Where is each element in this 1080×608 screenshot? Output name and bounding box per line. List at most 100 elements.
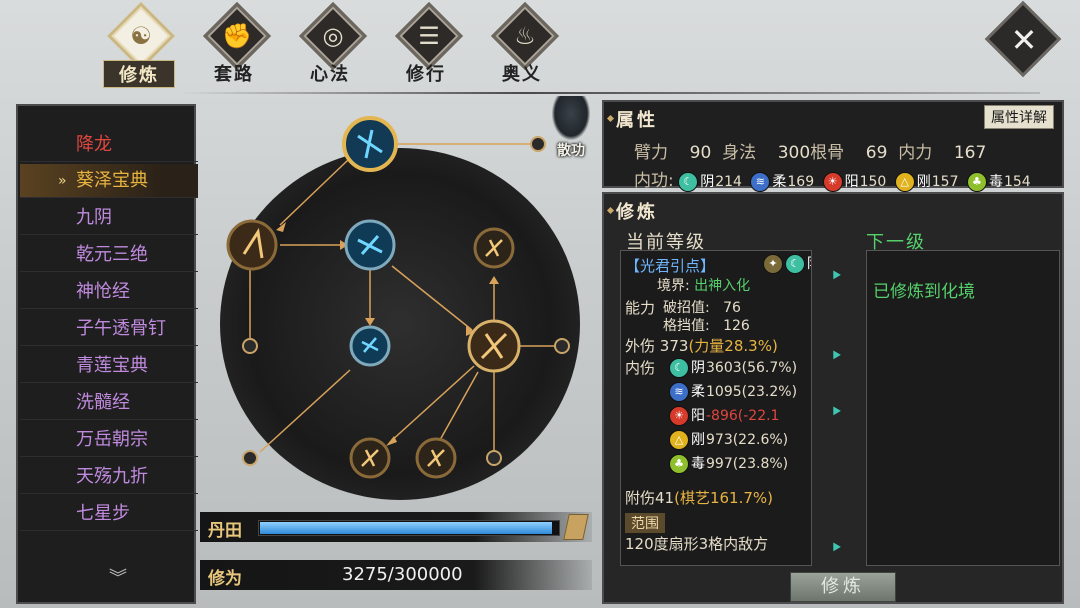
inner-damage-name: 刚 xyxy=(691,432,705,448)
tree-endpoint xyxy=(242,338,258,354)
neigong-value: 169 xyxy=(787,174,815,190)
next-level-text: 已修炼到化境 xyxy=(873,282,975,302)
skill-node-left[interactable] xyxy=(226,219,278,271)
inner-damage-yang: ☀ 阳-896(-22.1 xyxy=(669,405,779,426)
tree-link xyxy=(391,265,473,331)
neigong-value: 214 xyxy=(715,174,742,190)
attributes-panel: 属性 属性详解 臂力 90 身法 300根骨 69 内力 167 内功: ☾ 阴2… xyxy=(602,100,1064,192)
range-tag: 范围 xyxy=(625,513,665,533)
neigong-name: 刚 xyxy=(916,174,931,190)
skill-node-gold-bottom-1[interactable] xyxy=(349,437,391,479)
yin-icon: ☾ xyxy=(678,172,699,192)
inner-damage-value: 3603(56.7%) xyxy=(706,360,798,376)
ability-stat-value: 126 xyxy=(723,318,750,334)
inner-damage-value: -896(-22.1 xyxy=(706,408,780,424)
stat-key: 身法 xyxy=(722,143,757,163)
attribute-detail-button[interactable]: 属性详解 xyxy=(984,105,1054,129)
attributes-title: 属性 xyxy=(616,106,658,132)
xiuwei-row: 修为 3275/300000 xyxy=(200,560,592,590)
gang-icon: △ xyxy=(669,430,689,450)
range-tag-row: 范围 xyxy=(625,513,665,533)
scatter-skill-button[interactable]: 散功 xyxy=(548,96,594,162)
arrow-right-icon: ⯈ xyxy=(830,346,843,365)
neigong-yang: ☀ 阳150 xyxy=(822,171,887,192)
rou-icon: ≋ xyxy=(669,382,689,402)
inner-damage-gang: △ 刚973(22.6%) xyxy=(669,429,788,450)
outer-damage-key: 外伤 xyxy=(625,337,656,355)
tree-link xyxy=(439,371,479,441)
stat-key: 臂力 xyxy=(634,143,668,163)
neigong-value: 157 xyxy=(931,174,959,190)
inner-damage-name: 毒 xyxy=(691,456,705,472)
inner-damage-rou: ≋ 柔1095(23.2%) xyxy=(669,381,797,402)
cultivation-title: 修炼 xyxy=(616,198,658,224)
outer-damage-extra: (力量28.3%) xyxy=(688,337,778,355)
skill-node-gold-main[interactable] xyxy=(467,319,521,373)
dantian-bar-fill xyxy=(260,522,553,534)
stat-value: 167 xyxy=(953,143,987,163)
realm-line: 境界: 出神入化 xyxy=(657,275,750,295)
node-tag-label: 阴 xyxy=(807,256,811,272)
cultivate-button[interactable]: 修炼 xyxy=(790,572,896,602)
stat-value: 69 xyxy=(865,143,888,163)
attach-damage-row: 附伤41(棋艺161.7%) xyxy=(625,487,773,508)
neigong-gang: △ 刚157 xyxy=(894,171,959,192)
stat-row: 臂力 90 身法 300根骨 69 内力 167 xyxy=(634,138,986,163)
neigong-name: 柔 xyxy=(772,174,787,190)
skill-node-gold-top-right[interactable] xyxy=(473,227,515,269)
yin-icon: ☾ xyxy=(669,358,689,378)
gang-icon: △ xyxy=(894,172,915,192)
skill-node-blue-2[interactable] xyxy=(349,325,391,367)
stat-value: 90 xyxy=(689,143,712,163)
inner-damage-key: 内伤 xyxy=(625,359,656,377)
skill-node-blue-1[interactable] xyxy=(344,219,396,271)
attach-damage-extra: (棋艺161.7%) xyxy=(674,489,774,507)
tree-endpoint xyxy=(554,338,570,354)
warrior-figure-icon xyxy=(552,96,590,140)
neigong-label: 内功: xyxy=(634,171,674,191)
inner-damage-yin: ☾ 阴3603(56.7%) xyxy=(669,357,797,378)
arrow-right-icon: ⯈ xyxy=(830,402,843,421)
inner-damage-name: 阴 xyxy=(691,360,705,376)
dantian-label: 丹田 xyxy=(208,521,242,541)
neigong-name: 毒 xyxy=(988,174,1003,190)
inner-damage-name: 柔 xyxy=(691,384,705,400)
stat-value: 300 xyxy=(777,143,811,163)
neigong-du: ♣ 毒154 xyxy=(966,171,1031,192)
ability-stat-key: 格挡值: xyxy=(663,318,710,334)
skill-node-gold-bottom-2[interactable] xyxy=(415,437,457,479)
yang-icon: ☀ xyxy=(822,172,843,192)
neigong-yin: ☾ 阴214 xyxy=(678,171,742,192)
yang-icon: ☀ xyxy=(669,406,689,426)
inner-damage-value: 997(23.8%) xyxy=(706,456,789,472)
range-text: 120度扇形3格内敌方 xyxy=(625,535,769,553)
dantian-bar xyxy=(258,520,560,536)
tree-link xyxy=(389,365,475,443)
attach-damage-value: 41 xyxy=(655,489,675,507)
book-icon[interactable] xyxy=(563,514,589,540)
arrow-right-icon: ⯈ xyxy=(830,538,843,557)
tree-link xyxy=(279,159,349,226)
tree-endpoint xyxy=(530,136,546,152)
attach-damage-key: 附伤 xyxy=(625,489,656,507)
node-tag: ✦☾阴 xyxy=(763,253,811,274)
node-name: 【光君引点】 xyxy=(625,257,716,275)
neigong-name: 阴 xyxy=(700,174,715,190)
scatter-skill-label: 散功 xyxy=(557,143,585,159)
tree-arrow xyxy=(365,318,375,326)
rou-icon: ≋ xyxy=(750,172,771,192)
skill-node-root[interactable] xyxy=(342,116,398,172)
realm-key: 境界: xyxy=(657,278,690,294)
neigong-value: 150 xyxy=(859,174,887,190)
inner-damage-name: 阳 xyxy=(691,408,705,424)
inner-damage-value: 1095(23.2%) xyxy=(706,384,798,400)
xiuwei-value: 3275/300000 xyxy=(342,564,463,585)
close-icon[interactable]: ✕ xyxy=(1000,16,1048,64)
stat-key: 根骨 xyxy=(810,143,845,163)
cultivation-panel: 修炼 当前等级 下一级 【光君引点】 ✦☾阴 境界: 出神入化 能力 破招值: … xyxy=(602,192,1064,604)
neigong-value: 154 xyxy=(1003,174,1031,190)
ability-key: 能力 xyxy=(625,299,656,317)
poison-icon: ♣ xyxy=(966,172,987,192)
ability-row: 破招值: 76 xyxy=(663,297,741,317)
tree-link xyxy=(259,369,351,453)
